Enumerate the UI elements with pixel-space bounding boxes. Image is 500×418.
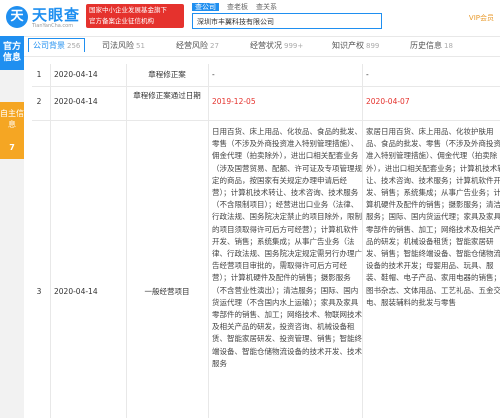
change-date: 2020-04-14 [54, 287, 98, 296]
after-value: 2020-04-07 [366, 97, 410, 106]
brand-name[interactable]: 天眼查 [32, 4, 80, 25]
tab-label: 知识产权 [332, 41, 364, 50]
change-date: 2020-04-14 [54, 70, 98, 79]
tab-count: 999+ [284, 42, 304, 50]
top-header: 天 天眼查 TianYanCha.com 国家中小企业发展基金旗下 官方备案企业… [0, 0, 500, 37]
tab-count: 256 [67, 42, 81, 50]
change-item: 章程修正案通过日期 [133, 91, 201, 100]
before-value: - [212, 70, 215, 79]
tab-count: 899 [366, 42, 380, 50]
promo-banner[interactable]: 国家中小企业发展基金旗下 官方备案企业征信机构 [86, 4, 184, 28]
banner-line-1: 国家中小企业发展基金旗下 [89, 6, 167, 14]
before-value: 2019-12-05 [212, 97, 256, 106]
table-row: 2 2020-04-14 章程修正案通过日期 2019-12-05 2020-0… [32, 86, 500, 121]
change-item: 章程修正案 [148, 70, 186, 79]
row-number: 3 [36, 287, 42, 296]
brand-domain: TianYanCha.com [32, 23, 74, 29]
search-input[interactable]: 深圳市丰翼科技有限公司 [192, 13, 382, 29]
search-type-tabs: 查公司 查老板 查关系 [192, 2, 285, 12]
table-row: 3 2020-04-14 一般经营项目 日用百货、床上用品、化妆品、食品的批发、… [32, 126, 500, 418]
change-item: 一般经营项目 [144, 287, 190, 296]
search-tab-company[interactable]: 查公司 [192, 3, 219, 11]
tab-count: 27 [210, 42, 219, 50]
tab-operating-status[interactable]: 经营状况 999+ [250, 40, 303, 51]
after-value: 家居日用百货、床上用品、化妆护肤用品、食品的批发、零售（不涉及外商投资准入特别管… [366, 127, 500, 307]
tab-count: 51 [136, 42, 145, 50]
sidebar-item-official[interactable]: 官方信息 [0, 36, 24, 70]
after-value: - [366, 70, 369, 79]
change-date: 2020-04-14 [54, 97, 98, 106]
sidebar-item-count: 7 [0, 136, 24, 159]
tab-judicial-risk[interactable]: 司法风险 51 [102, 40, 145, 51]
search-tab-relation[interactable]: 查关系 [256, 3, 277, 11]
row-number: 2 [36, 97, 42, 106]
row-number: 1 [36, 70, 42, 79]
tab-company-background[interactable]: 公司背景 256 [28, 38, 86, 52]
sidebar-item-self[interactable]: 自主信息 [0, 102, 24, 136]
tab-ip[interactable]: 知识产权 899 [332, 40, 379, 51]
banner-line-2: 官方备案企业征信机构 [89, 17, 154, 25]
tab-label: 司法风险 [102, 41, 134, 50]
sidebar: 官方信息 自主信息 7 [0, 36, 24, 418]
brand-logo-icon[interactable]: 天 [6, 6, 28, 28]
category-tabs: 公司背景 256 司法风险 51 经营风险 27 经营状况 999+ 知识产权 899 历… [24, 38, 500, 57]
table-row: 1 2020-04-14 章程修正案 - - [32, 64, 500, 87]
tab-label: 历史信息 [410, 41, 442, 50]
vip-link[interactable]: VIP会员 [469, 13, 494, 23]
tab-operating-risk[interactable]: 经营风险 27 [176, 40, 219, 51]
search-tab-boss[interactable]: 查老板 [227, 3, 248, 11]
tab-label: 经营风险 [176, 41, 208, 50]
tab-history[interactable]: 历史信息 18 [410, 40, 453, 51]
tab-label: 经营状况 [250, 41, 282, 50]
tab-label: 公司背景 [33, 41, 65, 50]
tab-count: 18 [444, 42, 453, 50]
before-value: 日用百货、床上用品、化妆品、食品的批发、零售（不涉及外商投资准入特别管理措施）、… [212, 127, 362, 368]
